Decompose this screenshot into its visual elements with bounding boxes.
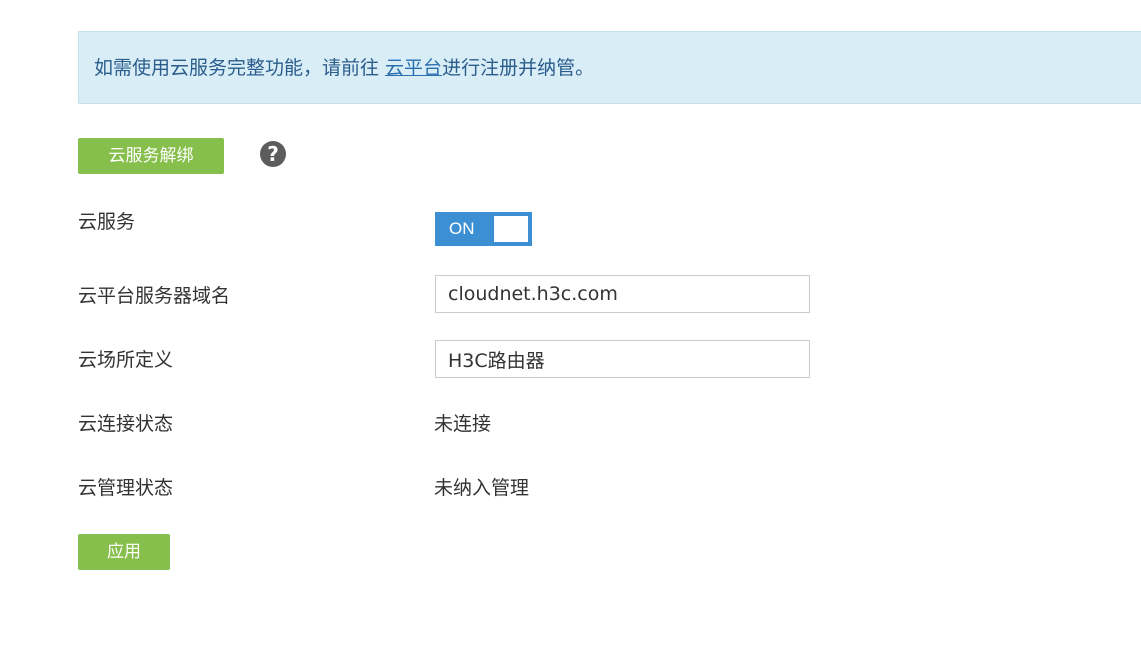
apply-button[interactable]: 应用: [78, 534, 170, 570]
server-domain-input[interactable]: [435, 275, 810, 313]
server-domain-label: 云平台服务器域名: [78, 285, 231, 307]
cloud-notice-banner: 如需使用云服务完整功能，请前往 云平台进行注册并纳管。: [78, 31, 1141, 104]
cloud-platform-link[interactable]: 云平台: [385, 57, 442, 79]
cloud-service-label: 云服务: [78, 211, 136, 233]
toggle-knob: [494, 216, 528, 242]
cloud-unbind-button[interactable]: 云服务解绑: [78, 138, 224, 174]
management-status-label: 云管理状态: [78, 477, 174, 499]
site-name-input[interactable]: [435, 340, 810, 378]
connection-status-value: 未连接: [434, 413, 492, 435]
notice-text-prefix: 如需使用云服务完整功能，请前往: [94, 57, 386, 79]
toggle-on-text: ON: [449, 219, 475, 238]
management-status-value: 未纳入管理: [434, 477, 530, 499]
notice-text-suffix: 进行注册并纳管。: [442, 57, 595, 79]
site-name-label: 云场所定义: [78, 349, 174, 371]
question-circle-icon[interactable]: ?: [260, 141, 286, 167]
cloud-service-toggle[interactable]: ON: [435, 212, 532, 246]
connection-status-label: 云连接状态: [78, 413, 174, 435]
